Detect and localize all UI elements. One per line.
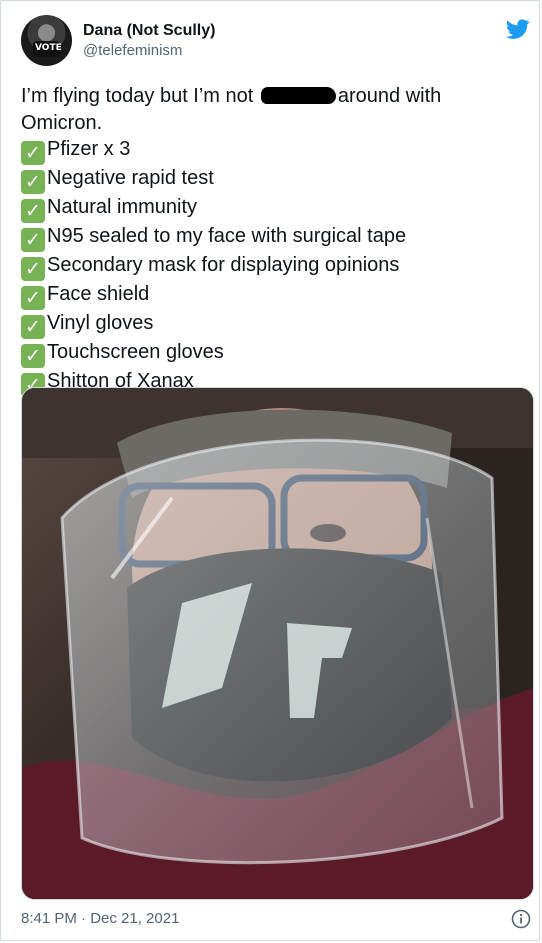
checklist-item: ✓ Face shield (21, 281, 521, 310)
checklist-item: ✓ N95 sealed to my face with surgical tap… (21, 223, 521, 252)
white-check-mark-icon: ✓ (21, 170, 45, 194)
tweet-text: I’m flying today but I’m not around with… (21, 83, 521, 397)
checklist-item: ✓ Negative rapid test (21, 165, 521, 194)
checklist-item-label: Natural immunity (47, 196, 198, 218)
checklist-item: ✓ Pfizer x 3 (21, 136, 521, 165)
tweet-header: VOTE Dana (Not Scully) @telefeminism (21, 15, 533, 71)
tweet-line-1-start: I’m flying today but I’m not (21, 85, 259, 107)
tweet-timestamp[interactable]: 8:41 PM · Dec 21, 2021 (21, 910, 179, 927)
display-name[interactable]: Dana (Not Scully) (83, 21, 215, 41)
avatar[interactable]: VOTE (21, 15, 72, 66)
white-check-mark-icon: ✓ (21, 228, 45, 252)
checklist-item: ✓ Vinyl gloves (21, 310, 521, 339)
tweet-line-1: I’m flying today but I’m not around with (21, 83, 521, 110)
white-check-mark-icon: ✓ (21, 286, 45, 310)
tweet-card: VOTE Dana (Not Scully) @telefeminism I’m… (0, 0, 540, 941)
redaction-scribble (260, 87, 336, 104)
checklist-item-label: Secondary mask for displaying opinions (47, 254, 400, 276)
info-icon[interactable] (511, 909, 531, 929)
white-check-mark-icon: ✓ (21, 141, 45, 165)
selfie-illustration (22, 388, 533, 899)
checklist-item-label: Pfizer x 3 (47, 138, 131, 160)
twitter-bird-icon[interactable] (505, 17, 531, 41)
checklist-item-label: N95 sealed to my face with surgical tape (47, 225, 407, 247)
checklist-item: ✓ Secondary mask for displaying opinions (21, 252, 521, 281)
avatar-mask-text: VOTE (35, 43, 62, 53)
white-check-mark-icon: ✓ (21, 199, 45, 223)
checklist-item-label: Touchscreen gloves (47, 341, 224, 363)
white-check-mark-icon: ✓ (21, 315, 45, 339)
checklist-item-label: Negative rapid test (47, 167, 214, 189)
tweet-footer: 8:41 PM · Dec 21, 2021 (21, 907, 533, 931)
tweet-photo[interactable] (21, 387, 534, 900)
checklist-item: ✓ Natural immunity (21, 194, 521, 223)
checklist-item: ✓ Touchscreen gloves (21, 339, 521, 368)
user-handle[interactable]: @telefeminism (83, 41, 215, 61)
tweet-line-1-end: around with (337, 85, 442, 107)
white-check-mark-icon: ✓ (21, 344, 45, 368)
checklist-item-label: Vinyl gloves (47, 312, 154, 334)
tweet-line-2: Omicron. (21, 111, 103, 134)
white-check-mark-icon: ✓ (21, 257, 45, 281)
checklist-item-label: Face shield (47, 283, 150, 305)
author-names: Dana (Not Scully) @telefeminism (83, 21, 215, 61)
